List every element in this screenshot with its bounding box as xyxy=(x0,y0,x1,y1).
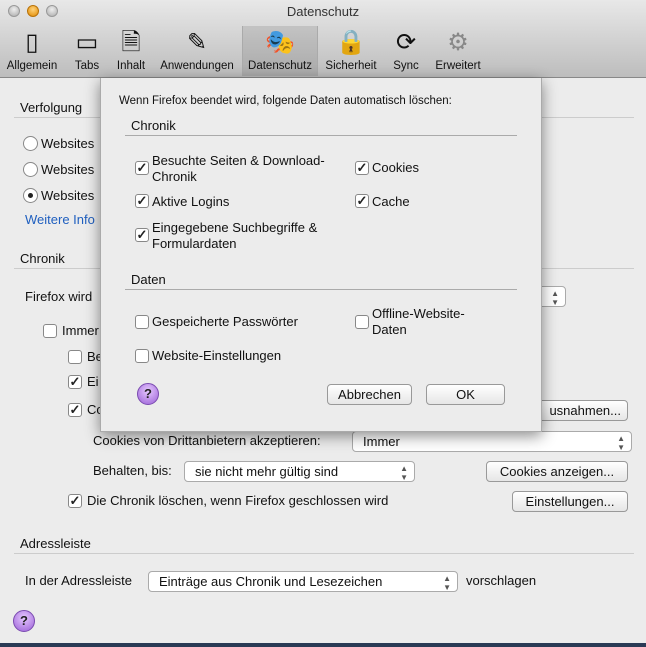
switch-icon: ▯ xyxy=(25,29,39,56)
help-button[interactable]: ? xyxy=(13,610,35,632)
sheet-history-heading: Chronik xyxy=(131,118,176,133)
radio-label: Websites xyxy=(41,136,95,151)
address-label: In der Adressleiste xyxy=(25,573,132,588)
select-value: sie nicht mehr gültig sind xyxy=(195,464,339,479)
checkbox-form-data[interactable]: ✓ xyxy=(135,228,149,242)
checkbox-label: Cookies xyxy=(372,160,419,175)
applications-icon: ✎ xyxy=(186,29,208,56)
select-value: Immer xyxy=(363,434,400,449)
tracking-radio-1[interactable] xyxy=(23,136,38,151)
checkbox-cookies[interactable]: ✓ xyxy=(355,161,369,175)
tab-erweitert[interactable]: ⚙ Erweitert xyxy=(430,26,486,76)
radio-label: Websites xyxy=(41,162,95,177)
address-heading: Adressleiste xyxy=(20,536,91,551)
checkbox-label: Aktive Logins xyxy=(152,194,230,209)
tracking-heading: Verfolgung xyxy=(20,100,83,115)
checkbox-cookies[interactable]: ✓ xyxy=(68,403,82,417)
sheet-intro: Wenn Firefox beendet wird, folgende Date… xyxy=(119,95,452,107)
tab-anwendungen[interactable]: ✎ Anwendungen xyxy=(156,26,238,76)
title-bar: Datenschutz ▯ Allgemein ▭ Tabs 🗎 Inhalt ✎ An… xyxy=(0,0,646,78)
gear-icon: ⚙ xyxy=(447,29,469,56)
preferences-window: Datenschutz ▯ Allgemein ▭ Tabs 🗎 Inhalt ✎ An… xyxy=(0,0,646,643)
checkbox-label: Besuchte Seiten & Download-Chronik xyxy=(152,153,325,184)
checkbox-label: Offline-Website-Daten xyxy=(372,306,465,337)
cancel-button[interactable]: Abbrechen xyxy=(327,384,412,405)
checkbox-label: Die Chronik löschen, wenn Firefox geschl… xyxy=(87,493,389,508)
keep-until-select[interactable]: sie nicht mehr gültig sind ▲ ▼ xyxy=(184,461,415,482)
more-info-link[interactable]: Weitere Info xyxy=(25,212,95,227)
sheet-help-button[interactable]: ? xyxy=(137,383,159,405)
checkbox-be[interactable] xyxy=(68,350,82,364)
divider xyxy=(125,135,517,136)
address-select[interactable]: Einträge aus Chronik und Lesezeichen ▲ ▼ xyxy=(148,571,458,592)
third-party-label: Cookies von Drittanbietern akzeptieren: xyxy=(93,433,321,448)
sync-icon: ⟳ xyxy=(395,29,417,56)
checkbox-label: Eingegebene Suchbegriffe & Formulardaten xyxy=(152,220,318,251)
keep-until-label: Behalten, bis: xyxy=(93,463,172,478)
settings-button[interactable]: Einstellungen... xyxy=(512,491,628,512)
checkbox-label: Website-Einstellungen xyxy=(152,348,282,363)
tab-sicherheit[interactable]: 🔒 Sicherheit xyxy=(322,26,380,76)
checkbox-label: Ei xyxy=(87,374,99,389)
always-private-checkbox[interactable] xyxy=(43,324,57,338)
clear-history-checkbox[interactable]: ✓ xyxy=(68,494,82,508)
divider xyxy=(125,289,517,290)
checkbox-ei[interactable]: ✓ xyxy=(68,375,82,389)
tracking-radio-2[interactable] xyxy=(23,162,38,177)
history-heading: Chronik xyxy=(20,251,65,266)
content-icon: 🗎 xyxy=(121,29,141,56)
checkbox-visited-pages[interactable]: ✓ xyxy=(135,161,149,175)
tracking-radio-3[interactable] xyxy=(23,188,38,203)
mask-icon: 🎭 xyxy=(265,29,295,56)
checkbox-cache[interactable]: ✓ xyxy=(355,194,369,208)
checkbox-label: Cache xyxy=(372,194,410,209)
tab-tabs[interactable]: ▭ Tabs xyxy=(68,26,106,76)
checkbox-label: Gespeicherte Passwörter xyxy=(152,314,298,329)
select-value: Einträge aus Chronik und Lesezeichen xyxy=(159,574,383,589)
checkbox-offline-data[interactable] xyxy=(355,315,369,329)
tab-datenschutz[interactable]: 🎭 Datenschutz xyxy=(242,26,318,76)
clear-data-sheet: Wenn Firefox beendet wird, folgende Date… xyxy=(100,78,542,432)
radio-label: Websites xyxy=(41,188,95,203)
tab-inhalt[interactable]: 🗎 Inhalt xyxy=(110,26,152,76)
tab-allgemein[interactable]: ▯ Allgemein xyxy=(2,26,62,76)
checkbox-label: Immer xyxy=(62,323,99,338)
window-title: Datenschutz xyxy=(286,4,360,19)
lock-icon: 🔒 xyxy=(336,29,366,56)
checkbox-active-logins[interactable]: ✓ xyxy=(135,194,149,208)
sheet-data-heading: Daten xyxy=(131,272,166,287)
suggest-label: vorschlagen xyxy=(466,573,537,588)
history-mode-label: Firefox wird xyxy=(25,289,93,304)
show-cookies-button[interactable]: Cookies anzeigen... xyxy=(486,461,628,482)
ok-button[interactable]: OK xyxy=(426,384,505,405)
third-party-select[interactable]: Immer ▲ ▼ xyxy=(352,431,632,452)
checkbox-site-settings[interactable] xyxy=(135,349,149,363)
tab-sync[interactable]: ⟳ Sync xyxy=(386,26,426,76)
tabs-icon: ▭ xyxy=(75,29,99,56)
checkbox-saved-passwords[interactable] xyxy=(135,315,149,329)
divider xyxy=(14,553,634,554)
